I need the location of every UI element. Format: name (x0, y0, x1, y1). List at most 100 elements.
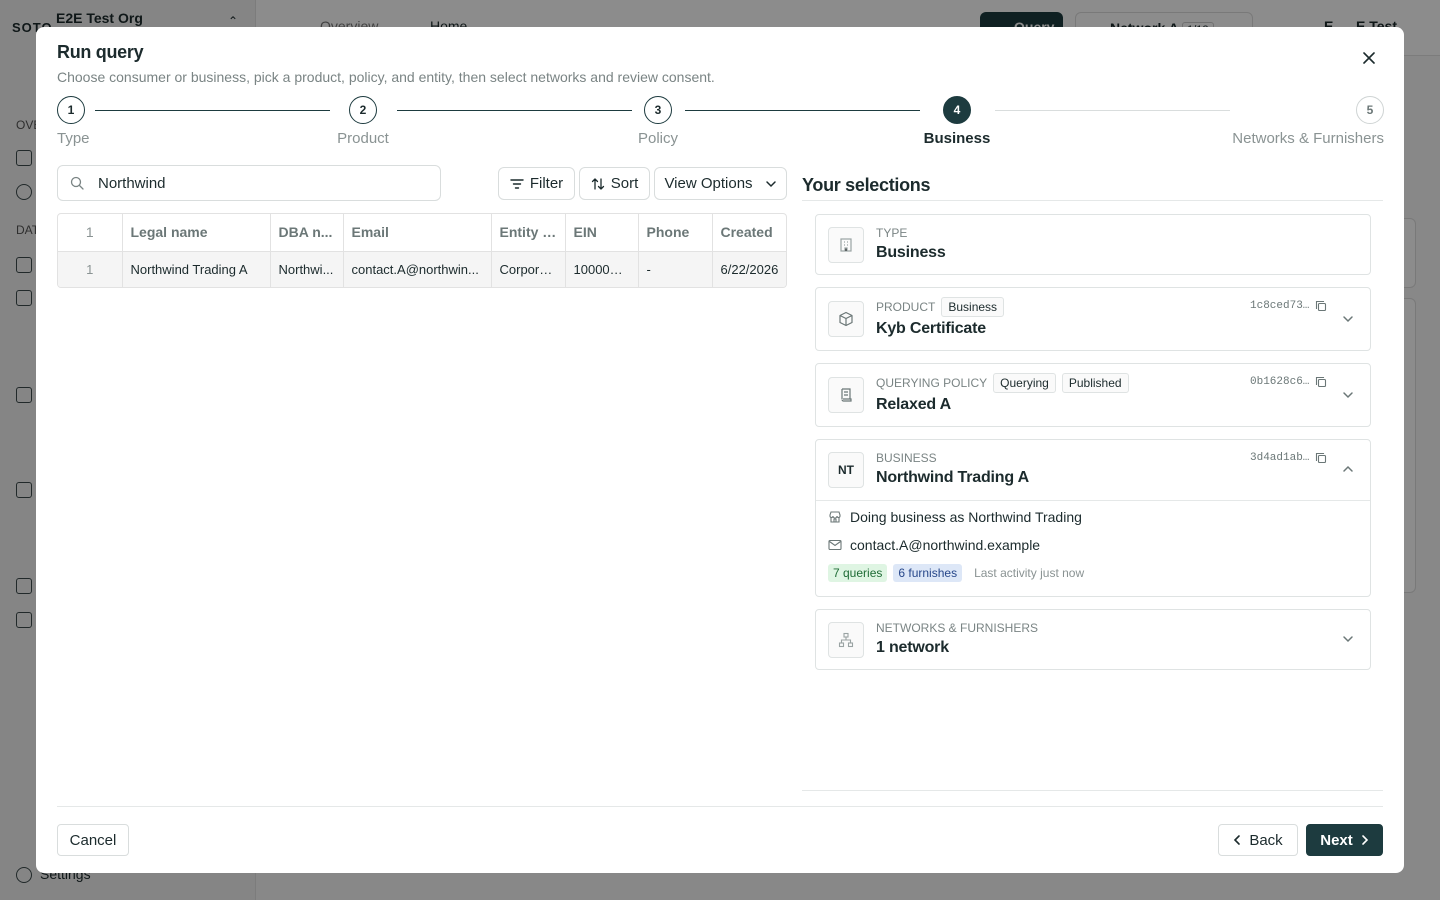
last-activity: Last activity just now (974, 566, 1085, 580)
dialog-subtitle: Choose consumer or business, pick a prod… (57, 69, 715, 85)
column-header-entity-type[interactable]: Entity t... (491, 214, 566, 252)
business-search[interactable] (57, 165, 441, 201)
cell-email: contact.A@northwin... (343, 251, 492, 287)
business-kicker: BUSINESS (876, 451, 937, 465)
chevron-down-icon[interactable] (1342, 315, 1354, 323)
chevron-left-icon (1234, 835, 1241, 845)
copy-icon[interactable] (1315, 300, 1327, 312)
step-policy[interactable]: 3 Policy (628, 96, 688, 147)
business-dba-row: Doing business as Northwind Trading (828, 509, 1082, 525)
policy-value: Relaxed A (876, 396, 951, 413)
cancel-button[interactable]: Cancel (57, 824, 129, 856)
view-options-button[interactable]: View Options (654, 167, 787, 200)
column-header-email[interactable]: Email (343, 214, 492, 252)
copy-icon[interactable] (1315, 452, 1327, 464)
selection-card-business[interactable]: NT BUSINESS Northwind Trading A 3d4ad1ab… (815, 439, 1371, 597)
column-header-dba-name[interactable]: DBA n... (270, 214, 344, 252)
step-product[interactable]: 2 Product (333, 96, 393, 147)
step-number: 4 (943, 96, 971, 124)
networks-value: 1 network (876, 639, 949, 656)
step-label: Policy (637, 130, 678, 147)
table-header-row: 1 Legal name DBA n... Email Entity t... … (58, 214, 786, 252)
search-icon (70, 176, 84, 190)
step-type[interactable]: 1 Type (57, 96, 90, 147)
business-activity-row: 7 queries 6 furnishes Last activity just… (828, 564, 1084, 582)
chevron-down-icon (765, 180, 776, 187)
policy-status-badge: Published (1061, 373, 1129, 393)
dialog-title: Run query (57, 42, 144, 62)
policy-kicker-row: QUERYING POLICY Querying Published (876, 373, 1129, 393)
network-icon (828, 622, 864, 658)
type-value: Business (876, 244, 946, 261)
cell-index: 1 (58, 251, 123, 287)
step-number: 5 (1356, 96, 1384, 124)
type-kicker: TYPE (876, 226, 908, 240)
search-input[interactable] (98, 174, 418, 192)
selection-card-networks[interactable]: NETWORKS & FURNISHERS 1 network (815, 609, 1371, 670)
next-button[interactable]: Next (1306, 824, 1383, 856)
stepper-line-2 (397, 110, 632, 111)
queries-badge: 7 queries (828, 564, 888, 582)
chevron-down-icon[interactable] (1342, 635, 1354, 643)
close-button[interactable] (1358, 47, 1380, 69)
selection-card-product[interactable]: PRODUCT Business Kyb Certificate 1c8ced7… (815, 287, 1371, 351)
step-label: Type (57, 130, 90, 147)
business-dba: Doing business as Northwind Trading (850, 509, 1082, 525)
chevron-down-icon[interactable] (1342, 391, 1354, 399)
networks-kicker: NETWORKS & FURNISHERS (876, 621, 1039, 635)
step-business[interactable]: 4 Business (917, 96, 997, 147)
view-options-label: View Options (664, 175, 753, 192)
step-label: Networks & Furnishers (1232, 130, 1384, 147)
filter-button[interactable]: Filter (498, 167, 575, 200)
box-icon (828, 301, 864, 337)
divider (802, 790, 1383, 791)
step-label: Product (337, 130, 389, 147)
store-icon (829, 511, 841, 523)
cell-entity-type: Corpora... (491, 251, 566, 287)
column-header-phone[interactable]: Phone (638, 214, 713, 252)
footer-divider (57, 806, 1383, 807)
mail-icon (828, 539, 842, 551)
sort-label: Sort (610, 175, 639, 192)
scroll-icon (828, 377, 864, 413)
step-label: Business (923, 130, 991, 147)
business-email: contact.A@northwind.example (850, 537, 1041, 553)
back-label: Back (1249, 831, 1283, 849)
product-id: 1c8ced73… (1250, 300, 1327, 312)
selection-card-policy[interactable]: QUERYING POLICY Querying Published Relax… (815, 363, 1371, 427)
sort-icon (591, 177, 604, 190)
step-number: 2 (349, 96, 377, 124)
chevron-up-icon[interactable] (1342, 465, 1354, 473)
furnishes-badge: 6 furnishes (893, 564, 963, 582)
back-button[interactable]: Back (1218, 824, 1298, 856)
step-number: 3 (644, 96, 672, 124)
sort-button[interactable]: Sort (579, 167, 650, 200)
stepper-line-4 (995, 110, 1230, 111)
column-header-legal-name[interactable]: Legal name (122, 214, 271, 252)
cell-legal-name: Northwind Trading A (122, 251, 271, 287)
business-table: 1 Legal name DBA n... Email Entity t... … (57, 213, 787, 288)
selections-title: Your selections (802, 175, 931, 195)
next-label: Next (1320, 831, 1353, 849)
cell-dba-name: Northwi... (270, 251, 344, 287)
product-kicker: PRODUCT (876, 300, 936, 314)
copy-icon[interactable] (1315, 376, 1327, 388)
building-icon (828, 227, 864, 263)
policy-id: 0b1628c6… (1250, 376, 1327, 388)
product-kicker-row: PRODUCT Business (876, 297, 1005, 317)
table-row[interactable]: 1 Northwind Trading A Northwi... contact… (58, 251, 786, 287)
run-query-dialog: Run query Choose consumer or business, p… (36, 27, 1404, 873)
stepper-line-1 (95, 110, 330, 111)
business-id: 3d4ad1ab… (1250, 452, 1327, 464)
column-header-created[interactable]: Created (712, 214, 786, 252)
product-type-badge: Business (941, 297, 1005, 317)
cell-ein: 1000000... (565, 251, 639, 287)
column-header-ein[interactable]: EIN (565, 214, 639, 252)
policy-mode-badge: Querying (993, 373, 1056, 393)
business-id-text: 3d4ad1ab… (1250, 452, 1310, 464)
filter-icon (510, 178, 524, 189)
filter-label: Filter (529, 175, 564, 192)
selection-card-type: TYPE Business (815, 214, 1371, 275)
step-networks[interactable]: 5 Networks & Furnishers (1232, 96, 1384, 147)
chevron-right-icon (1361, 835, 1368, 845)
